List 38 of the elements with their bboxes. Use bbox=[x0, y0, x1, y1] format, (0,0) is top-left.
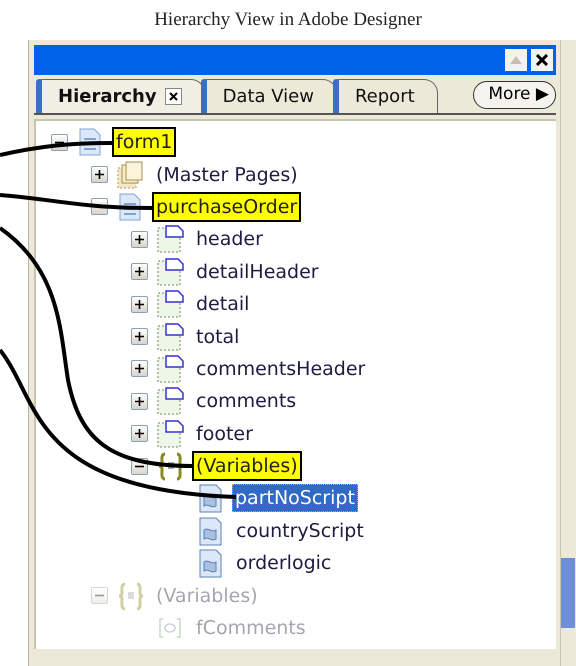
scroll-thumb[interactable] bbox=[561, 558, 575, 628]
subform-icon bbox=[156, 386, 186, 416]
expand-icon[interactable] bbox=[131, 296, 148, 313]
tree-item[interactable]: footer bbox=[192, 418, 257, 449]
figure-caption: Hierarchy View in Adobe Designer bbox=[153, 8, 423, 32]
tree-item[interactable]: purchaseOrder bbox=[152, 192, 302, 222]
tree-item[interactable]: partNoScript bbox=[232, 484, 358, 512]
subform-icon bbox=[156, 322, 186, 352]
more-button[interactable]: More ▶ bbox=[473, 81, 556, 109]
expand-icon[interactable] bbox=[131, 263, 148, 280]
expand-icon[interactable] bbox=[131, 425, 148, 442]
tree-item[interactable]: form1 bbox=[112, 127, 176, 158]
close-button[interactable] bbox=[531, 49, 553, 71]
subform-icon bbox=[156, 354, 186, 384]
braces-icon bbox=[116, 580, 146, 611]
tree-item[interactable]: (Master Pages) bbox=[152, 160, 302, 190]
tree-item[interactable]: orderlogic bbox=[232, 548, 336, 578]
expand-icon[interactable] bbox=[131, 360, 148, 378]
tree-item[interactable]: commentsHeader bbox=[192, 354, 370, 384]
expand-icon[interactable] bbox=[91, 166, 108, 184]
tree-item[interactable]: total bbox=[192, 322, 244, 352]
close-icon bbox=[536, 54, 548, 66]
expand-icon[interactable] bbox=[131, 392, 148, 410]
up-arrow-icon bbox=[510, 56, 522, 64]
expand-icon[interactable] bbox=[131, 230, 148, 248]
tree-item[interactable]: comments bbox=[192, 386, 300, 416]
tab[interactable]: Report bbox=[332, 79, 438, 113]
close-icon[interactable] bbox=[164, 88, 182, 105]
subform-icon bbox=[156, 256, 186, 287]
tree-item[interactable]: (Variables) bbox=[192, 451, 302, 482]
tree-item[interactable]: detail bbox=[192, 289, 254, 320]
tree-item[interactable]: countryScript bbox=[232, 516, 368, 546]
subform-icon bbox=[156, 418, 186, 449]
expand-icon[interactable] bbox=[131, 328, 148, 346]
tree-item[interactable]: detailHeader bbox=[192, 256, 323, 287]
subform-icon bbox=[156, 289, 186, 320]
tree-item[interactable]: header bbox=[192, 224, 267, 254]
subform-icon bbox=[156, 224, 186, 254]
